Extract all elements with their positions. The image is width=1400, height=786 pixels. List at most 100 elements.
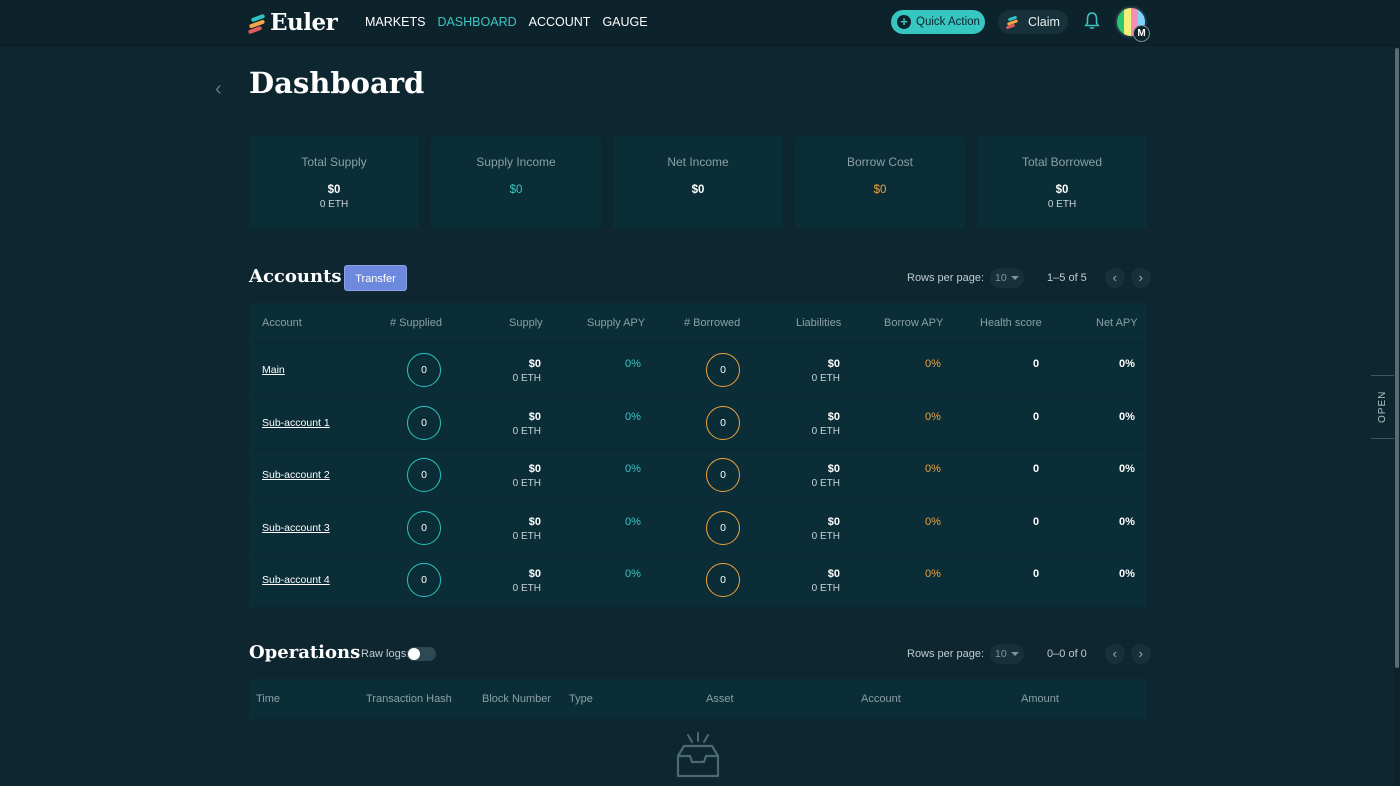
- column-header[interactable]: Type: [569, 693, 593, 705]
- stat-borrow-cost: Borrow Cost $0: [795, 136, 965, 229]
- table-row: Sub-account 3 0 $0 0 ETH 0% 0 $0 0 ETH 0% …: [249, 502, 1147, 554]
- stat-value: $0: [1055, 184, 1069, 196]
- page-scrollbar[interactable]: [1394, 46, 1400, 786]
- supply-apy: 0%: [625, 515, 641, 528]
- liabilities-amount: $0 0 ETH: [811, 568, 840, 594]
- raw-logs-toggle[interactable]: [407, 647, 436, 661]
- column-header[interactable]: Net APY: [1096, 317, 1138, 329]
- claim-button[interactable]: Claim: [998, 10, 1068, 34]
- pagination-range: 1–5 of 5: [1047, 272, 1087, 284]
- borrow-apy: 0%: [925, 463, 941, 475]
- nav-account[interactable]: ACCOUNT: [529, 15, 591, 29]
- accounts-title: Accounts: [249, 266, 342, 287]
- supply-amount: $0 0 ETH: [512, 568, 541, 594]
- stat-value: $0: [327, 184, 341, 196]
- stat-total-borrowed: Total Borrowed $0 0 ETH: [977, 136, 1147, 229]
- account-link[interactable]: Sub-account 2: [262, 469, 330, 481]
- borrowed-count: 0: [706, 353, 740, 387]
- supply-amount: $0 0 ETH: [512, 410, 541, 437]
- column-header[interactable]: Account: [861, 693, 901, 705]
- supply-amount: $0 0 ETH: [512, 358, 541, 384]
- column-header[interactable]: # Supplied: [390, 317, 442, 329]
- stat-total-supply: Total Supply $0 0 ETH: [249, 136, 419, 229]
- borrow-apy: 0%: [925, 568, 941, 580]
- empty-inbox-icon: [676, 732, 720, 778]
- borrowed-count: 0: [706, 405, 740, 440]
- account-link[interactable]: Sub-account 3: [262, 522, 330, 534]
- column-header[interactable]: Transaction Hash: [366, 693, 452, 705]
- supplied-count: 0: [407, 458, 441, 492]
- previous-page-icon[interactable]: ‹: [1104, 268, 1125, 288]
- liabilities-amount: $0 0 ETH: [811, 515, 840, 542]
- column-header[interactable]: Health score: [980, 317, 1042, 329]
- raw-logs-label: Raw logs:: [361, 648, 410, 660]
- accounts-pagination: Rows per page: 10 1–5 of 5 ‹ ›: [907, 268, 1151, 288]
- avatar-initial-badge: M: [1133, 25, 1150, 42]
- notification-bell-icon[interactable]: [1084, 12, 1100, 30]
- supply-apy: 0%: [625, 463, 641, 475]
- nav-gauge[interactable]: GAUGE: [602, 15, 647, 29]
- borrowed-count: 0: [706, 563, 740, 597]
- next-page-icon[interactable]: ›: [1130, 644, 1151, 664]
- table-row: Sub-account 2 0 $0 0 ETH 0% 0 $0 0 ETH 0% …: [249, 449, 1147, 502]
- open-side-panel-tab[interactable]: OPEN: [1371, 375, 1395, 439]
- scrollbar-thumb[interactable]: [1395, 48, 1399, 668]
- main-nav: MARKETS DASHBOARD ACCOUNT GAUGE: [365, 15, 648, 29]
- account-link[interactable]: Sub-account 4: [262, 574, 330, 586]
- quick-action-label: Quick Action: [916, 16, 980, 28]
- back-chevron-icon[interactable]: ‹: [215, 78, 222, 101]
- liabilities-amount: $0 0 ETH: [811, 358, 840, 384]
- stat-sub: 0 ETH: [319, 199, 349, 210]
- borrow-apy: 0%: [925, 358, 941, 370]
- supply-apy: 0%: [625, 410, 641, 423]
- nav-markets[interactable]: MARKETS: [365, 15, 425, 29]
- column-header[interactable]: # Borrowed: [684, 317, 740, 329]
- top-navigation-bar: Euler MARKETS DASHBOARD ACCOUNT GAUGE + …: [0, 0, 1400, 46]
- operations-title: Operations: [249, 642, 361, 663]
- column-header[interactable]: Borrow APY: [884, 317, 943, 329]
- logo-text: Euler: [270, 9, 338, 36]
- transfer-button[interactable]: Transfer: [344, 265, 407, 291]
- net-apy: 0%: [1119, 463, 1135, 475]
- liabilities-amount: $0 0 ETH: [811, 463, 840, 489]
- net-apy: 0%: [1119, 568, 1135, 580]
- page-title: Dashboard: [249, 66, 425, 100]
- stat-supply-income: Supply Income $0: [431, 136, 601, 229]
- quick-action-button[interactable]: + Quick Action: [891, 10, 985, 34]
- column-header[interactable]: Asset: [706, 693, 734, 705]
- supply-amount: $0 0 ETH: [512, 463, 541, 489]
- previous-page-icon[interactable]: ‹: [1104, 644, 1125, 664]
- rows-per-page-select[interactable]: 10: [990, 644, 1025, 664]
- account-link[interactable]: Main: [262, 364, 285, 376]
- stat-label: Borrow Cost: [846, 155, 914, 169]
- table-header: Account # Supplied Supply Supply APY # B…: [249, 303, 1147, 344]
- account-link[interactable]: Sub-account 1: [262, 417, 330, 429]
- net-apy: 0%: [1119, 358, 1135, 370]
- rows-per-page-value: 10: [995, 272, 1007, 284]
- nav-dashboard[interactable]: DASHBOARD: [437, 15, 516, 29]
- rows-per-page-select[interactable]: 10: [990, 268, 1025, 288]
- liabilities-amount: $0 0 ETH: [811, 410, 840, 437]
- borrow-apy: 0%: [925, 515, 941, 528]
- column-header[interactable]: Amount: [1021, 693, 1059, 705]
- pagination-range: 0–0 of 0: [1047, 648, 1087, 660]
- column-header[interactable]: Account: [262, 317, 302, 329]
- supply-apy: 0%: [625, 568, 641, 580]
- euler-logo[interactable]: Euler: [247, 9, 338, 36]
- column-header[interactable]: Supply: [509, 317, 543, 329]
- health-score: 0: [1033, 463, 1040, 475]
- accounts-table: Account # Supplied Supply Supply APY # B…: [249, 303, 1147, 607]
- borrowed-count: 0: [706, 510, 740, 545]
- rows-per-page-label: Rows per page:: [907, 272, 985, 284]
- column-header[interactable]: Liabilities: [796, 317, 841, 329]
- stat-value: $0: [509, 184, 523, 196]
- stat-label: Total Borrowed: [1021, 155, 1103, 169]
- claim-label: Claim: [1028, 15, 1060, 29]
- next-page-icon[interactable]: ›: [1130, 268, 1151, 288]
- column-header[interactable]: Time: [256, 693, 280, 705]
- stat-label: Net Income: [667, 155, 729, 169]
- supply-apy: 0%: [625, 358, 641, 370]
- toggle-knob: [408, 648, 420, 660]
- column-header[interactable]: Supply APY: [587, 317, 645, 329]
- column-header[interactable]: Block Number: [482, 693, 551, 705]
